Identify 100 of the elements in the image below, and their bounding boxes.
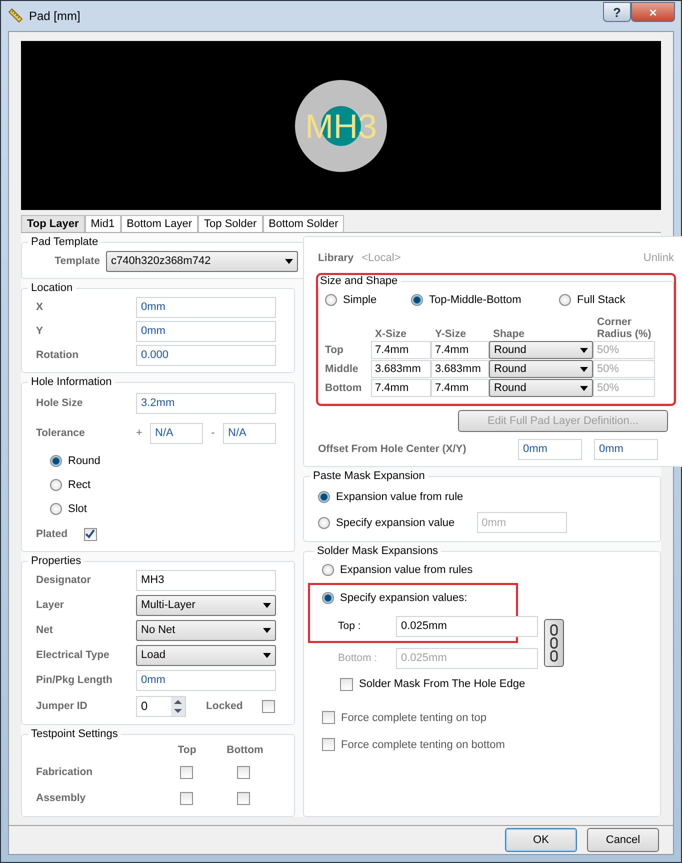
field-label: Designator bbox=[36, 574, 92, 586]
field-label: Net bbox=[36, 624, 54, 636]
column-header: Corner Radius (%) bbox=[596, 316, 652, 340]
caret-icon bbox=[580, 386, 588, 390]
field-label: Locked bbox=[206, 700, 244, 712]
checkbox-label: Force complete tenting on bottom bbox=[341, 738, 505, 750]
field-label: Fabrication bbox=[36, 766, 94, 778]
checkbox[interactable] bbox=[180, 766, 193, 778]
checkbox[interactable] bbox=[237, 766, 250, 778]
spin-box[interactable]: 0 bbox=[136, 696, 186, 716]
input-field[interactable]: 0.000 bbox=[136, 344, 276, 366]
radio-label: Simple bbox=[343, 294, 377, 306]
check-icon bbox=[85, 529, 96, 539]
link-toggle-button[interactable] bbox=[544, 619, 564, 667]
input-field[interactable]: N/A bbox=[150, 422, 203, 444]
minus-sign: - bbox=[210, 427, 216, 439]
radio-button[interactable] bbox=[318, 490, 330, 502]
field-label: Library bbox=[318, 252, 354, 264]
input-field[interactable]: N/A bbox=[223, 422, 276, 444]
field-label: Rotation bbox=[36, 349, 80, 361]
input-field[interactable]: 0mm bbox=[136, 320, 276, 342]
radio-label: Rect bbox=[68, 479, 91, 491]
input-field[interactable]: 0mm bbox=[136, 296, 276, 318]
group-title: Solder Mask Expansions bbox=[316, 545, 440, 557]
input-field[interactable]: 0mm bbox=[136, 670, 276, 690]
input-field[interactable]: 3.2mm bbox=[136, 392, 276, 414]
caret-icon bbox=[263, 652, 271, 658]
table-cell[interactable]: 3.683mm bbox=[431, 360, 489, 378]
field-label: X bbox=[36, 301, 44, 313]
input-field[interactable]: 0.025mm bbox=[396, 616, 538, 636]
radio-button[interactable] bbox=[559, 294, 571, 306]
caret-icon bbox=[285, 258, 293, 264]
checkbox[interactable] bbox=[237, 792, 250, 804]
layer-tab[interactable]: Bottom Solder bbox=[262, 215, 344, 232]
field-label: Hole Size bbox=[36, 397, 84, 409]
table-cell[interactable]: 7.4mm bbox=[431, 341, 489, 359]
table-cell[interactable]: 3.683mm bbox=[371, 360, 431, 378]
caret-icon bbox=[580, 366, 588, 372]
field-label: Layer bbox=[36, 599, 66, 611]
caret-icon bbox=[263, 628, 271, 632]
dialog-button[interactable]: Cancel bbox=[587, 828, 659, 852]
field-label: Top : bbox=[338, 620, 362, 632]
checkbox[interactable] bbox=[322, 711, 335, 724]
checkbox[interactable] bbox=[262, 700, 275, 712]
radio-button[interactable] bbox=[318, 516, 330, 528]
layer-tab[interactable]: Mid1 bbox=[84, 215, 121, 232]
radio-button[interactable] bbox=[325, 294, 337, 306]
field-label: Template bbox=[54, 255, 100, 267]
dropdown[interactable]: Round bbox=[489, 379, 593, 397]
radio-label: Full Stack bbox=[577, 294, 626, 306]
caret-icon bbox=[263, 602, 271, 608]
group-title: Testpoint Settings bbox=[30, 728, 119, 740]
help-button[interactable]: ? bbox=[603, 2, 631, 22]
radio-button[interactable] bbox=[50, 503, 62, 515]
dropdown[interactable]: No Net bbox=[136, 620, 276, 640]
library-value: <Local> bbox=[362, 252, 401, 264]
radio-button[interactable] bbox=[50, 479, 62, 491]
group-title: Pad Template bbox=[30, 236, 100, 248]
input-field[interactable]: 0mm bbox=[594, 438, 658, 460]
group-title: Size and Shape bbox=[319, 275, 399, 287]
group-title: Paste Mask Expansion bbox=[312, 470, 426, 482]
table-cell[interactable]: 7.4mm bbox=[431, 379, 489, 397]
checkbox[interactable] bbox=[180, 792, 193, 804]
dropdown[interactable]: c740h320z368m742 bbox=[106, 250, 298, 272]
window-title: Pad [mm] bbox=[29, 9, 82, 23]
dropdown[interactable]: Load bbox=[136, 644, 276, 666]
dropdown[interactable]: Round bbox=[489, 360, 593, 378]
dialog-button[interactable]: OK bbox=[505, 828, 577, 852]
checkbox[interactable] bbox=[322, 738, 335, 751]
layer-tab[interactable]: Top Solder bbox=[198, 215, 263, 232]
group-title: Properties bbox=[30, 555, 82, 567]
field-label: Bottom : bbox=[338, 652, 378, 664]
checkbox[interactable] bbox=[84, 528, 97, 540]
input-field[interactable]: 0mm bbox=[518, 438, 582, 460]
checkbox[interactable] bbox=[340, 678, 353, 690]
radio-button[interactable] bbox=[322, 592, 334, 604]
radio-label: Slot bbox=[68, 503, 87, 515]
column-header: Bottom bbox=[226, 744, 264, 756]
dropdown[interactable]: Round bbox=[489, 341, 593, 359]
group-title: Location bbox=[30, 282, 74, 294]
table-cell[interactable]: 7.4mm bbox=[371, 379, 431, 397]
layer-tab[interactable]: Bottom Layer bbox=[120, 215, 198, 232]
radio-label: Top-Middle-Bottom bbox=[429, 294, 522, 306]
input-field[interactable]: MH3 bbox=[136, 570, 276, 590]
layer-tab[interactable]: Top Layer bbox=[21, 215, 85, 232]
column-header: X-Size bbox=[374, 328, 408, 340]
radio-button[interactable] bbox=[322, 564, 334, 576]
radio-button[interactable] bbox=[411, 294, 423, 306]
ruler-icon bbox=[7, 8, 23, 24]
dropdown[interactable]: Multi-Layer bbox=[136, 594, 276, 616]
field-label: Offset From Hole Center (X/Y) bbox=[318, 443, 468, 455]
column-header: Shape bbox=[492, 328, 526, 340]
field-label: Pin/Pkg Length bbox=[36, 674, 114, 686]
radio-button[interactable] bbox=[50, 455, 62, 467]
table-cell[interactable]: 7.4mm bbox=[371, 341, 431, 359]
radio-label: Round bbox=[68, 455, 100, 467]
radio-label: Specify expansion values: bbox=[340, 592, 468, 604]
row-label: Bottom bbox=[325, 382, 363, 394]
field-label: Y bbox=[36, 325, 44, 337]
row-label: Middle bbox=[325, 363, 360, 375]
